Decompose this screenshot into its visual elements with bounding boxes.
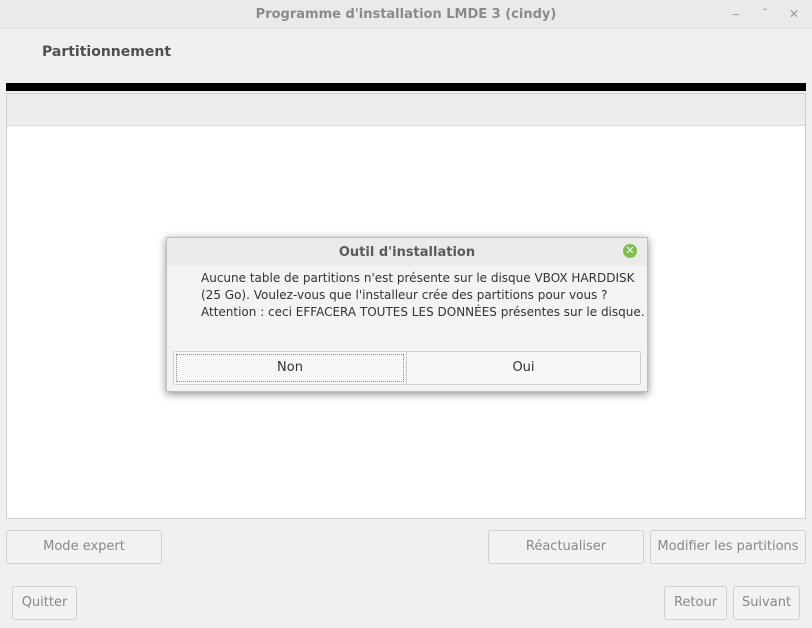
- yes-button[interactable]: Oui: [407, 352, 640, 384]
- page-title: Partitionnement: [42, 44, 172, 60]
- focus-ring: [176, 354, 404, 382]
- dialog-message-line: (25 Go). Voulez-vous que l'installeur cr…: [201, 288, 608, 302]
- dialog-message: Aucune table de partitions n'est présent…: [201, 270, 645, 321]
- window-title: Programme d'installation LMDE 3 (cindy): [255, 7, 557, 22]
- progress-bar: [6, 83, 806, 91]
- no-button[interactable]: Non: [174, 352, 407, 384]
- partition-table-header: [7, 94, 805, 126]
- dialog-close-icon[interactable]: ✕: [623, 244, 637, 258]
- refresh-button[interactable]: Réactualiser: [488, 530, 644, 564]
- dialog-titlebar: Outil d'installation ✕: [167, 238, 647, 266]
- edit-partitions-button[interactable]: Modifier les partitions: [650, 530, 806, 564]
- dialog-button-group: Non Oui: [173, 351, 641, 385]
- window-titlebar: Programme d'installation LMDE 3 (cindy) …: [0, 0, 812, 29]
- minimize-icon[interactable]: ‒: [728, 6, 744, 22]
- dialog-message-line: Aucune table de partitions n'est présent…: [201, 271, 635, 285]
- dialog-message-line: Attention : ceci EFFACERA TOUTES LES DON…: [201, 305, 645, 319]
- close-icon[interactable]: ✕: [786, 6, 802, 22]
- dialog-title: Outil d'installation: [338, 245, 476, 260]
- maximize-icon[interactable]: ˘: [757, 6, 773, 22]
- confirmation-dialog: Outil d'installation ✕ Aucune table de p…: [166, 237, 648, 392]
- next-button[interactable]: Suivant: [733, 586, 800, 620]
- back-button[interactable]: Retour: [664, 586, 727, 620]
- quit-button[interactable]: Quitter: [12, 586, 77, 620]
- expert-mode-button[interactable]: Mode expert: [6, 530, 162, 564]
- yes-button-label: Oui: [512, 360, 535, 375]
